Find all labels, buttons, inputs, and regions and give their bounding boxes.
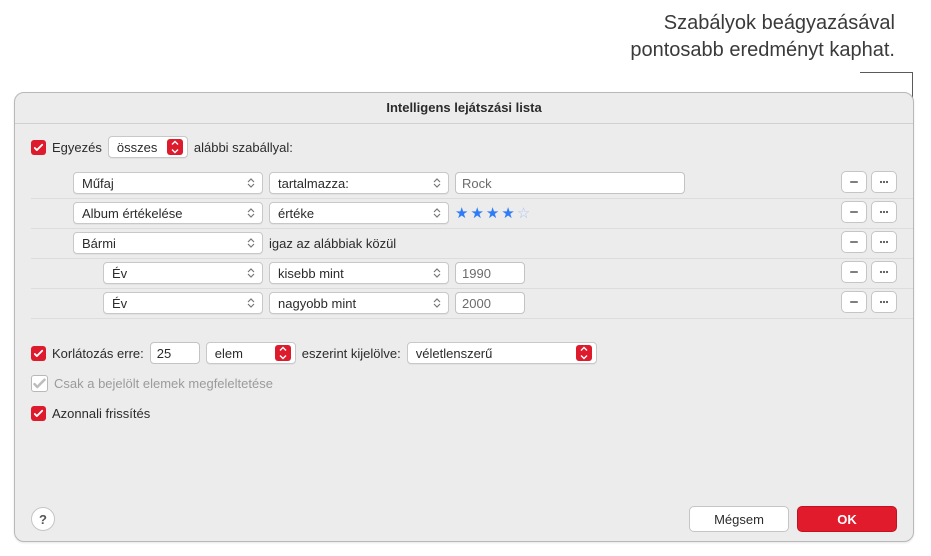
updown-caret-icon (167, 139, 183, 155)
star-empty-icon: ☆ (517, 206, 530, 221)
limit-count-input[interactable] (150, 342, 200, 364)
match-row: Egyezés összes alábbi szabállyal: (31, 136, 897, 158)
rule-operator-select[interactable]: tartalmazza: (269, 172, 449, 194)
updown-caret-icon (430, 178, 444, 188)
rule-field-select[interactable]: Műfaj (73, 172, 263, 194)
only-checked-label: Csak a bejelölt elemek megfeleltetése (54, 376, 273, 391)
remove-rule-button[interactable] (841, 201, 867, 223)
star-filled-icon: ★ (486, 206, 499, 221)
star-filled-icon: ★ (470, 206, 483, 221)
ellipsis-icon (878, 266, 890, 278)
rule-operator-select[interactable]: értéke (269, 202, 449, 224)
selected-by-select[interactable]: véletlenszerű (407, 342, 597, 364)
updown-caret-icon (430, 268, 444, 278)
updown-caret-icon (430, 208, 444, 218)
limit-label: Korlátozás erre: (52, 346, 144, 361)
limit-unit-select[interactable]: elem (206, 342, 296, 364)
add-rule-button[interactable] (871, 291, 897, 313)
limit-row: Korlátozás erre: elem eszerint kijelölve… (31, 340, 897, 366)
live-update-row: Azonnali frissítés (31, 400, 897, 426)
rule-group-row: Bármi igaz az alábbiak közül (73, 228, 897, 258)
updown-caret-icon (244, 298, 258, 308)
remove-rule-button[interactable] (841, 291, 867, 313)
limit-checkbox[interactable] (31, 346, 46, 361)
add-rule-button[interactable] (871, 231, 897, 253)
remove-rule-button[interactable] (841, 171, 867, 193)
match-post-label: alábbi szabállyal: (194, 140, 293, 155)
ellipsis-icon (878, 296, 890, 308)
rule-value-input[interactable] (455, 172, 685, 194)
minus-icon (848, 176, 860, 188)
only-checked-row: Csak a bejelölt elemek megfeleltetése (31, 370, 897, 396)
rule-field-select[interactable]: Év (103, 262, 263, 284)
updown-caret-icon (430, 298, 444, 308)
updown-caret-icon (244, 178, 258, 188)
rule-operator-select[interactable]: nagyobb mint (269, 292, 449, 314)
annotation-line-2: pontosabb eredményt kaphat. (630, 37, 895, 64)
rule-value-input[interactable] (455, 292, 525, 314)
remove-rule-button[interactable] (841, 231, 867, 253)
star-filled-icon: ★ (455, 206, 468, 221)
remove-rule-button[interactable] (841, 261, 867, 283)
minus-icon (848, 206, 860, 218)
ellipsis-icon (878, 176, 890, 188)
updown-caret-icon (244, 268, 258, 278)
rule-field-select[interactable]: Év (103, 292, 263, 314)
minus-icon (848, 266, 860, 278)
only-checked-checkbox[interactable] (31, 375, 48, 392)
minus-icon (848, 296, 860, 308)
add-rule-button[interactable] (871, 201, 897, 223)
rule-group-text: igaz az alábbiak közül (269, 236, 396, 251)
annotation-line-1: Szabályok beágyazásával (630, 10, 895, 37)
selected-by-label: eszerint kijelölve: (302, 346, 401, 361)
dialog-title: Intelligens lejátszási lista (15, 93, 913, 124)
rule-row: Műfaj tartalmazza: (73, 168, 897, 198)
rule-operator-select[interactable]: kisebb mint (269, 262, 449, 284)
live-update-label: Azonnali frissítés (52, 406, 150, 421)
rule-field-select[interactable]: Bármi (73, 232, 263, 254)
help-button[interactable]: ? (31, 507, 55, 531)
rule-row: Év kisebb mint (73, 258, 897, 288)
dialog-footer: ? Mégsem OK (15, 497, 913, 541)
match-mode-select[interactable]: összes (108, 136, 188, 158)
minus-icon (848, 236, 860, 248)
star-filled-icon: ★ (501, 206, 514, 221)
rule-value-stars[interactable]: ★ ★ ★ ★ ☆ (455, 206, 530, 221)
rule-field-select[interactable]: Album értékelése (73, 202, 263, 224)
updown-caret-icon (244, 208, 258, 218)
smart-playlist-dialog: Intelligens lejátszási lista Egyezés öss… (14, 92, 914, 542)
rule-row: Év nagyobb mint (73, 288, 897, 318)
cancel-button[interactable]: Mégsem (689, 506, 789, 532)
ellipsis-icon (878, 206, 890, 218)
add-rule-button[interactable] (871, 171, 897, 193)
annotation-connector (860, 72, 912, 73)
rule-row: Album értékelése értéke (73, 198, 897, 228)
annotation-callout: Szabályok beágyazásával pontosabb eredmé… (630, 10, 895, 64)
options-area: Korlátozás erre: elem eszerint kijelölve… (31, 340, 897, 426)
ellipsis-icon (878, 236, 890, 248)
add-rule-button[interactable] (871, 261, 897, 283)
updown-caret-icon (244, 238, 258, 248)
match-checkbox[interactable] (31, 140, 46, 155)
ok-button[interactable]: OK (797, 506, 897, 532)
updown-caret-icon (275, 345, 291, 361)
live-update-checkbox[interactable] (31, 406, 46, 421)
match-mode-value: összes (117, 140, 161, 155)
rule-value-input[interactable] (455, 262, 525, 284)
rules-list: Műfaj tartalmazza: (31, 168, 897, 318)
updown-caret-icon (576, 345, 592, 361)
match-pre-label: Egyezés (52, 140, 102, 155)
